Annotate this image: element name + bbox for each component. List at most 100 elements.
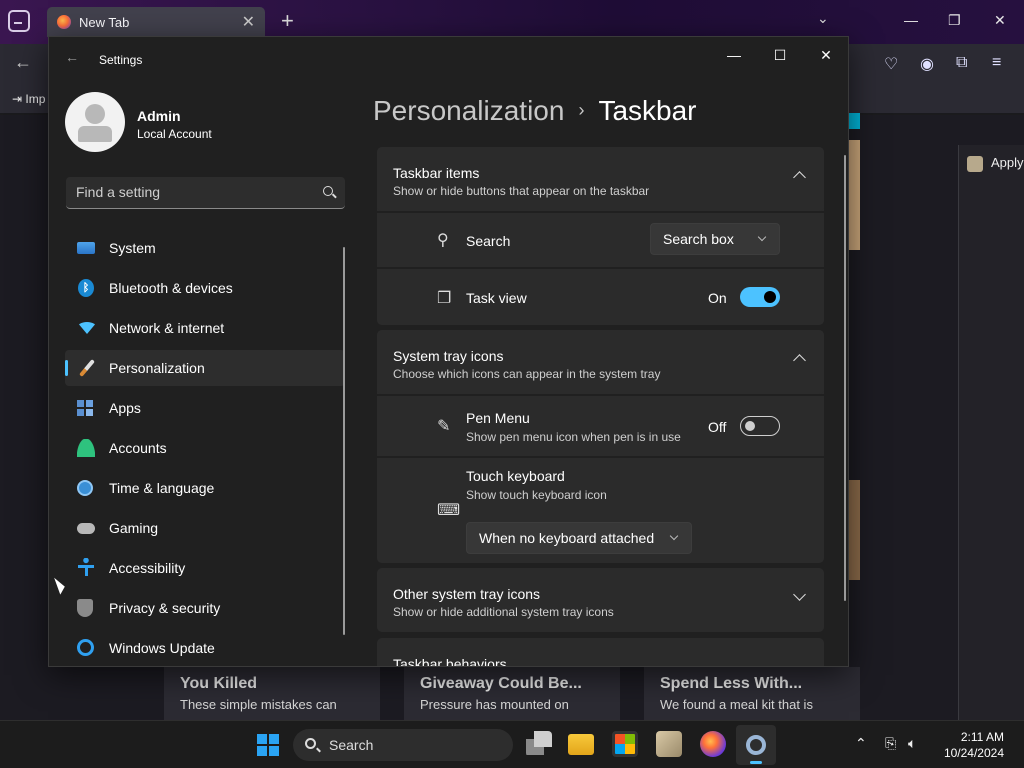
news-card-title: Spend Less With... (660, 675, 803, 692)
sidebar-item-label: Time & language (109, 480, 215, 496)
clock-time: 2:11 AM (960, 730, 1004, 744)
list-all-tabs-button[interactable]: ⌄ (817, 10, 829, 27)
settings-app-icon[interactable] (736, 725, 776, 765)
breadcrumb-parent[interactable]: Personalization (373, 95, 564, 126)
breadcrumb: Personalization › Taskbar (373, 95, 697, 127)
content-scrollbar[interactable] (844, 155, 846, 601)
browser-tab-new-tab[interactable]: New Tab ✕ (47, 7, 265, 37)
task-view-toggle[interactable] (740, 287, 780, 307)
sidebar-item-network[interactable]: Network & internet (65, 310, 345, 346)
clock-globe-icon (77, 480, 93, 496)
account-icon[interactable]: ◉ (920, 54, 934, 74)
pen-menu-label: Pen Menu (466, 410, 530, 426)
tab-close-icon[interactable]: ✕ (242, 12, 255, 32)
browser-restore-button[interactable]: ❐ (948, 12, 961, 29)
network-icon[interactable]: ⎘ (885, 735, 896, 752)
sidebar-item-accessibility[interactable]: Accessibility (65, 550, 345, 586)
sidebar-item-windows-update[interactable]: Windows Update (65, 630, 345, 666)
taskbar-behaviors-section[interactable]: Taskbar behaviors (377, 638, 824, 666)
app-title: Settings (99, 53, 143, 67)
task-view-row: ❐ Task view On (377, 267, 824, 325)
browser-close-button[interactable]: ✕ (994, 12, 1006, 29)
update-icon (77, 639, 94, 656)
browser-back-button[interactable]: ← (14, 52, 32, 73)
settings-window: ← Settings — ☐ ✕ Admin Local Account Sys… (48, 36, 849, 667)
task-view-icon: ❐ (437, 290, 452, 307)
gear-icon (746, 735, 766, 755)
sidebar-item-accounts[interactable]: Accounts (65, 430, 345, 466)
sidebar-item-bluetooth[interactable]: ᛒ Bluetooth & devices (65, 270, 345, 306)
sidebar-item-label: Apps (109, 400, 141, 416)
volume-icon[interactable]: 🔈︎ (908, 735, 916, 752)
touch-keyboard-desc: Show touch keyboard icon (466, 488, 607, 502)
section-title: System tray icons (393, 348, 504, 364)
pen-menu-toggle[interactable] (740, 416, 780, 436)
sidebar-item-gaming[interactable]: Gaming (65, 510, 345, 546)
brush-icon (79, 359, 95, 377)
search-icon: ⚲ (437, 232, 449, 249)
news-card-desc: Pressure has mounted on (420, 697, 569, 712)
clock[interactable]: 2:11 AM 10/24/2024 (944, 729, 1004, 761)
news-card[interactable]: Giveaway Could Be... Pressure has mounte… (404, 667, 620, 721)
firefox-icon[interactable] (700, 731, 726, 757)
minimize-button[interactable]: — (719, 43, 749, 67)
sidebar-item-time-language[interactable]: Time & language (65, 470, 345, 506)
nav-scrollbar[interactable] (343, 247, 345, 635)
sidebar-item-personalization[interactable]: Personalization (65, 350, 345, 386)
news-card-desc: We found a meal kit that is (660, 697, 813, 712)
start-icon[interactable] (257, 734, 279, 756)
sidebar-item-label: Windows Update (109, 640, 215, 656)
chevron-up-icon[interactable] (793, 171, 806, 184)
taskbar-items-header[interactable]: Taskbar items Show or hide buttons that … (377, 147, 824, 211)
browser-minimize-button[interactable]: — (904, 12, 918, 28)
find-setting-input[interactable] (76, 177, 306, 207)
sidebar-item-label: Personalization (109, 360, 205, 376)
maximize-button[interactable]: ☐ (765, 43, 795, 67)
task-view-icon[interactable] (526, 731, 552, 757)
tab-list-icon[interactable] (8, 10, 30, 32)
news-card[interactable]: Spend Less With... We found a meal kit t… (644, 667, 860, 721)
system-tray-header[interactable]: System tray icons Choose which icons can… (377, 330, 824, 394)
store-icon[interactable] (612, 731, 638, 757)
touch-keyboard-dropdown[interactable]: When no keyboard attached (466, 522, 692, 554)
taskbar-search[interactable]: Search (293, 729, 513, 761)
sidebar-item-system[interactable]: System (65, 230, 345, 266)
wifi-icon (77, 322, 97, 334)
side-panel: Apply (958, 145, 1024, 720)
chevron-down-icon (669, 531, 679, 541)
task-view-label: Task view (466, 290, 527, 306)
tray-overflow-icon[interactable]: ⌃ (855, 735, 867, 752)
menu-icon[interactable]: ≡ (992, 54, 1001, 72)
accounts-icon (77, 439, 95, 457)
news-card-title: Giveaway Could Be... (420, 675, 582, 692)
touch-keyboard-row: ⌨ Touch keyboard Show touch keyboard ico… (377, 456, 824, 563)
clock-date: 10/24/2024 (943, 746, 1004, 760)
news-card[interactable]: You Killed These simple mistakes can (164, 667, 380, 721)
extensions-icon[interactable]: ⧉ (956, 54, 967, 72)
side-panel-apply[interactable]: Apply (967, 155, 1024, 172)
sidebar-item-label: Accounts (109, 440, 167, 456)
back-arrow-icon[interactable]: ← (65, 49, 79, 65)
user-name: Admin (137, 108, 181, 124)
page-title: Taskbar (598, 95, 697, 126)
search-icon[interactable] (323, 186, 333, 196)
sidebar-item-apps[interactable]: Apps (65, 390, 345, 426)
chevron-up-icon[interactable] (793, 354, 806, 367)
bookmark-import[interactable]: ⇥ Imp (12, 92, 45, 106)
search-mode-dropdown[interactable]: Search box (650, 223, 780, 255)
other-tray-section[interactable]: Other system tray icons Show or hide add… (377, 568, 824, 632)
file-explorer-icon[interactable] (568, 734, 594, 755)
touch-keyboard-label: Touch keyboard (466, 468, 565, 484)
chevron-down-icon[interactable] (793, 588, 806, 601)
sidebar-item-label: Gaming (109, 520, 159, 536)
new-tab-button[interactable]: + (281, 8, 294, 34)
pocket-icon[interactable]: ♡ (884, 54, 898, 74)
bluetooth-icon: ᛒ (78, 279, 94, 297)
running-indicator (750, 761, 762, 764)
sidebar-item-label: Bluetooth & devices (109, 280, 233, 296)
search-row: ⚲ Search Search box (377, 211, 824, 267)
sidebar-item-privacy[interactable]: Privacy & security (65, 590, 345, 626)
package-app-icon[interactable] (656, 731, 682, 757)
close-button[interactable]: ✕ (811, 43, 841, 67)
section-title: Taskbar items (393, 165, 480, 181)
